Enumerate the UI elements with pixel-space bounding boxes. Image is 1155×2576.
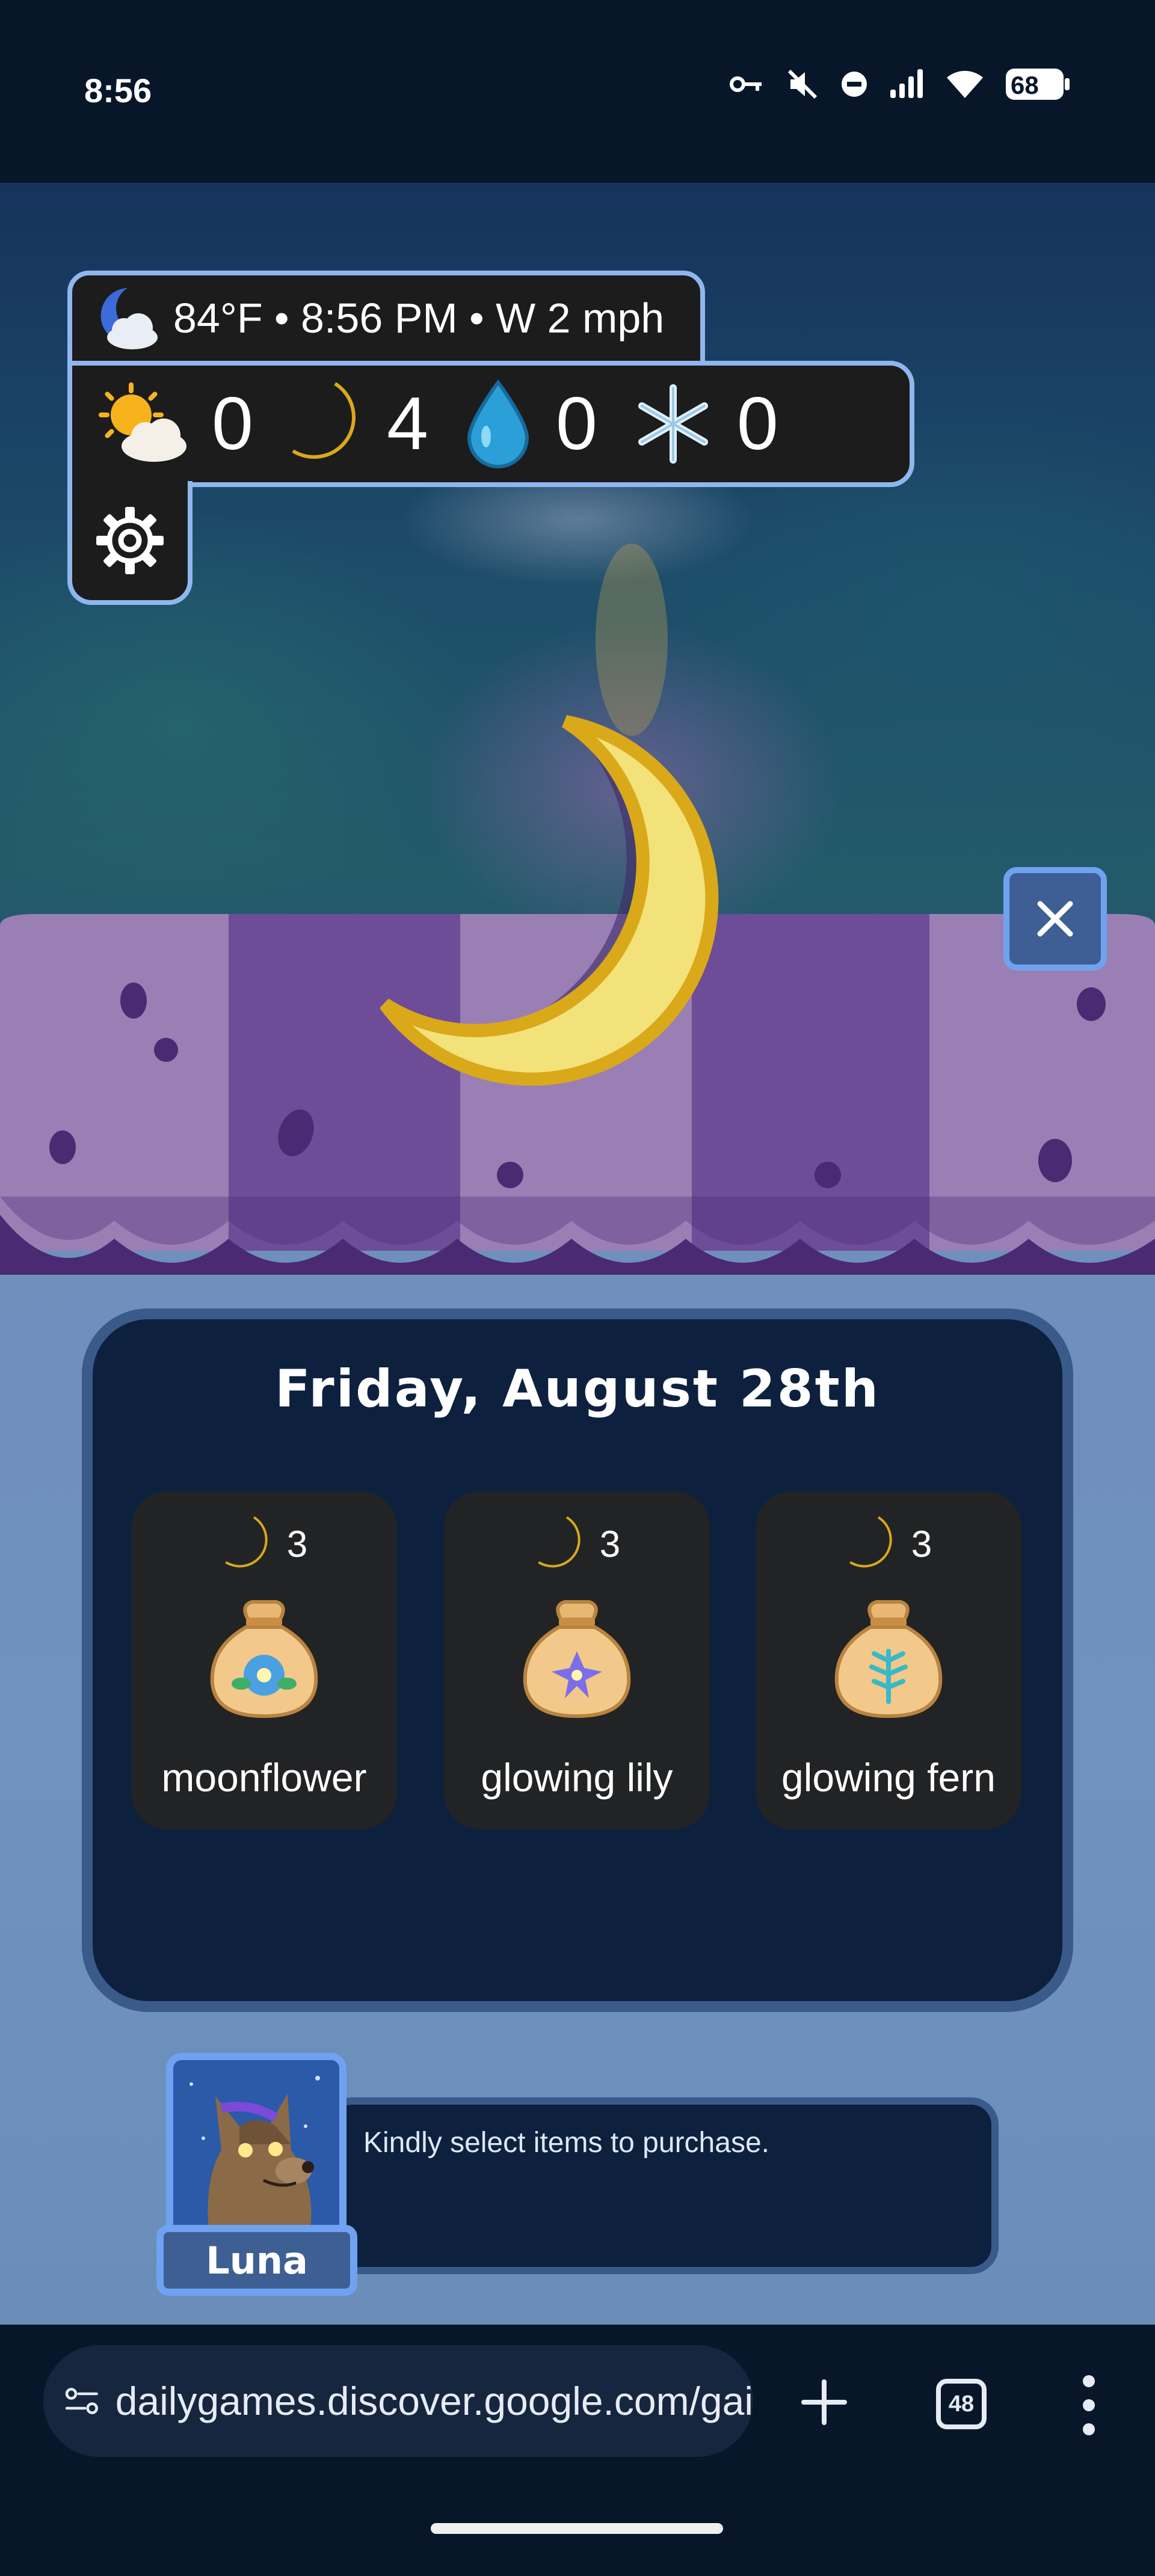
new-tab-button[interactable] [794, 2363, 854, 2441]
count-moon-value: 4 [386, 382, 428, 465]
moon-icon [538, 1516, 581, 1568]
shop-item-glowing-lily[interactable]: 3 glowing lily [444, 1491, 710, 1829]
address-bar[interactable]: dailygames.discover.google.com/gai [43, 2345, 753, 2457]
moon-cloud-icon [100, 288, 158, 349]
item-price-value: 3 [911, 1523, 932, 1565]
site-settings-icon[interactable] [65, 2383, 99, 2419]
seed-bag-icon [523, 1600, 631, 1719]
moon-icon [292, 382, 356, 459]
count-moon: 4 [287, 379, 462, 469]
shop-item-moonflower[interactable]: 3 moonflower [131, 1491, 397, 1829]
menu-dot [1083, 2423, 1095, 2435]
url-text: dailygames.discover.google.com/gai [115, 2379, 753, 2423]
count-rain: 0 [462, 379, 631, 469]
battery-icon: 68 [1005, 67, 1071, 101]
dialogue-text: Kindly select items to purchase. [363, 2127, 769, 2159]
weather-bar: 84°F • 8:56 PM • W 2 mph [67, 271, 705, 366]
settings-button[interactable] [67, 481, 192, 605]
raindrop-icon [467, 379, 529, 468]
battery-level: 68 [1011, 71, 1039, 99]
item-price: 3 [756, 1514, 1021, 1574]
crescent-moon-illustration [380, 715, 719, 1086]
tab-switcher-button[interactable]: 48 [936, 2379, 987, 2429]
more-menu-button[interactable] [1071, 2375, 1107, 2435]
shop-item-glowing-fern[interactable]: 3 glowing fern [756, 1491, 1021, 1829]
menu-dot [1083, 2375, 1095, 2387]
count-snow: 0 [631, 381, 812, 467]
count-snow-value: 0 [736, 382, 778, 465]
status-icons: 68 [729, 67, 1071, 101]
npc-name-tag: Luna [156, 2225, 357, 2296]
weather-counts-bar: 0 4 0 0 [67, 361, 914, 487]
status-time: 8:56 [84, 72, 152, 109]
snowflake-icon [638, 384, 708, 464]
dialogue-box [325, 2097, 999, 2274]
seed-bag-icon [834, 1600, 943, 1719]
seed-bag-icon [210, 1600, 318, 1719]
status-bar: 8:56 68 [0, 0, 1155, 183]
item-price: 3 [131, 1514, 397, 1574]
wolf-avatar [173, 2060, 339, 2237]
count-sunny: 0 [94, 379, 287, 469]
moon-icon [849, 1516, 892, 1568]
item-name: glowing lily [481, 1755, 673, 1800]
count-sunny-value: 0 [212, 382, 253, 465]
home-indicator[interactable] [431, 2523, 723, 2534]
dnd-icon [840, 70, 869, 99]
sun-cloud-icon [99, 382, 186, 462]
shop-date: Friday, August 28th [275, 1359, 880, 1419]
signal-icon [889, 69, 925, 99]
count-rain-value: 0 [555, 382, 597, 465]
npc-portrait [166, 2053, 346, 2244]
item-price: 3 [444, 1514, 710, 1574]
key-icon [729, 72, 765, 96]
close-icon [1037, 901, 1073, 937]
item-price-value: 3 [599, 1523, 621, 1565]
gear-icon [96, 507, 164, 574]
close-button[interactable] [1003, 867, 1107, 971]
mute-icon [786, 67, 819, 101]
menu-dot [1083, 2399, 1095, 2411]
item-name: moonflower [161, 1755, 367, 1800]
plus-icon [801, 2379, 847, 2425]
tab-count: 48 [948, 2391, 975, 2417]
item-price-value: 3 [286, 1523, 308, 1565]
item-name: glowing fern [781, 1755, 996, 1800]
weather-text: 84°F • 8:56 PM • W 2 mph [173, 295, 665, 342]
moon-icon [225, 1516, 268, 1568]
wifi-icon [946, 69, 984, 99]
